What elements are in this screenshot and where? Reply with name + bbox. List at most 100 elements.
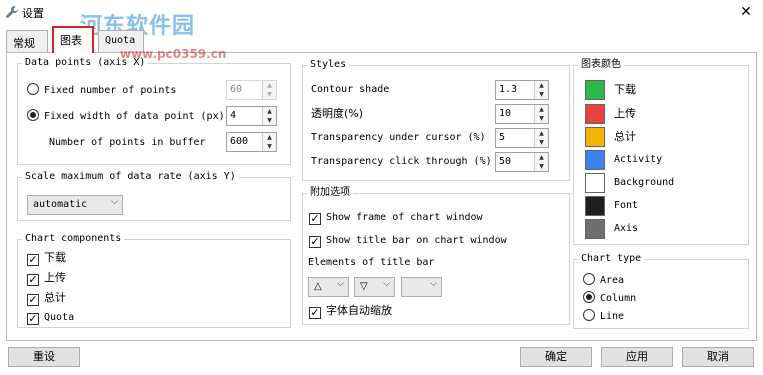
under-cursor-value: 5 — [499, 132, 506, 143]
color-label-download: 下载 — [614, 83, 636, 96]
component-download-checkbox[interactable]: ✓ 下载 — [27, 251, 66, 266]
spin-down-icon[interactable]: ▼ — [535, 114, 548, 123]
fixed-number-spinner[interactable]: 60 ▲ ▼ — [226, 80, 277, 100]
color-label-total: 总计 — [614, 130, 636, 143]
color-swatch-upload[interactable] — [585, 104, 605, 124]
wrench-icon — [6, 6, 19, 18]
contour-spinner[interactable]: 1.3 ▲ ▼ — [495, 80, 549, 100]
fixed-width-radio[interactable]: Fixed width of data point (px) — [27, 109, 225, 124]
chart-type-line-radio[interactable]: Line — [583, 309, 624, 324]
spin-up-icon[interactable]: ▲ — [535, 81, 548, 90]
check-icon: ✓ — [27, 253, 39, 266]
show-frame-checkbox[interactable]: ✓ Show frame of chart window — [309, 211, 483, 225]
color-label-axis: Axis — [614, 223, 639, 234]
title-element-select-1[interactable]: △ ⌵ — [308, 277, 349, 297]
spin-up-icon[interactable]: ▲ — [535, 129, 548, 138]
tab-general[interactable]: 常规 — [6, 30, 48, 52]
component-quota-checkbox[interactable]: ✓ Quota — [27, 311, 74, 325]
radio-indicator — [27, 83, 39, 95]
opacity-label: 透明度(%) — [311, 107, 364, 120]
auto-font-checkbox[interactable]: ✓ 字体自动缩放 — [309, 304, 392, 319]
scale-value: automatic — [33, 199, 88, 210]
spin-up-icon[interactable]: ▲ — [263, 81, 276, 90]
color-swatch-background[interactable] — [585, 173, 605, 193]
component-label: 上传 — [44, 271, 66, 284]
check-icon: ✓ — [309, 235, 321, 248]
color-swatch-activity[interactable] — [585, 150, 605, 170]
chart-type-column-radio[interactable]: Column — [583, 291, 636, 306]
check-icon: ✓ — [309, 306, 321, 319]
auto-font-label: 字体自动缩放 — [326, 304, 392, 317]
click-through-value: 50 — [499, 156, 512, 167]
fixed-number-value: 60 — [230, 84, 243, 95]
chevron-down-icon: ⌵ — [111, 197, 118, 207]
radio-indicator-selected — [583, 291, 595, 303]
title-element-value-1: △ — [314, 281, 322, 292]
chart-colors-legend: 图表颜色 — [581, 59, 621, 70]
spin-up-icon[interactable]: ▲ — [263, 133, 276, 142]
extra-options-legend: 附加选项 — [310, 187, 350, 198]
spin-down-icon[interactable]: ▼ — [263, 90, 276, 99]
scale-select[interactable]: automatic ⌵ — [27, 195, 123, 215]
show-title-checkbox[interactable]: ✓ Show title bar on chart window — [309, 234, 507, 248]
apply-button[interactable]: 应用 — [601, 347, 673, 367]
chevron-down-icon: ⌵ — [337, 279, 344, 289]
spin-down-icon[interactable]: ▼ — [263, 116, 276, 125]
tab-panel: Data points (axis X) Fixed number of poi… — [6, 52, 757, 341]
spin-down-icon[interactable]: ▼ — [535, 90, 548, 99]
spin-up-icon[interactable]: ▲ — [263, 107, 276, 116]
component-total-checkbox[interactable]: ✓ 总计 — [27, 291, 66, 306]
color-swatch-axis[interactable] — [585, 219, 605, 239]
click-through-spinner[interactable]: 50 ▲ ▼ — [495, 152, 549, 172]
color-label-activity: Activity — [614, 154, 663, 165]
show-frame-label: Show frame of chart window — [326, 212, 483, 223]
color-swatch-download[interactable] — [585, 80, 605, 100]
color-swatch-total[interactable] — [585, 127, 605, 147]
watermark-url: www.pc0359.cn — [120, 47, 227, 61]
chart-type-area-radio[interactable]: Area — [583, 273, 624, 288]
component-upload-checkbox[interactable]: ✓ 上传 — [27, 271, 66, 286]
check-icon: ✓ — [309, 212, 321, 225]
click-through-label: Transparency click through (%) — [311, 156, 492, 167]
color-swatch-font[interactable] — [585, 196, 605, 216]
close-button[interactable]: ✕ — [733, 2, 759, 22]
color-label-background: Background — [614, 177, 675, 188]
color-label-font: Font — [614, 200, 639, 211]
opacity-value: 10 — [499, 108, 512, 119]
cancel-button[interactable]: 取消 — [682, 347, 754, 367]
spin-down-icon[interactable]: ▼ — [263, 142, 276, 151]
component-label: Quota — [44, 312, 75, 323]
spin-up-icon[interactable]: ▲ — [535, 105, 548, 114]
opacity-spinner[interactable]: 10 ▲ ▼ — [495, 104, 549, 124]
fixed-width-spinner[interactable]: 4 ▲ ▼ — [226, 106, 277, 126]
spin-down-icon[interactable]: ▼ — [535, 138, 548, 147]
color-label-upload: 上传 — [614, 107, 636, 120]
chevron-down-icon: ⌵ — [430, 279, 437, 289]
styles-legend: Styles — [310, 59, 347, 70]
radio-indicator-selected — [27, 109, 39, 121]
reset-button[interactable]: 重设 — [8, 347, 80, 367]
chart-type-label: Area — [600, 275, 625, 286]
title-element-select-2[interactable]: ▽ ⌵ — [354, 277, 395, 297]
under-cursor-label: Transparency under cursor (%) — [311, 132, 486, 143]
chart-type-legend: Chart type — [581, 253, 642, 264]
buffer-value: 600 — [230, 136, 249, 147]
spin-down-icon[interactable]: ▼ — [535, 162, 548, 171]
component-label: 总计 — [44, 291, 66, 304]
chart-components-legend: Chart components — [25, 233, 122, 244]
spin-up-icon[interactable]: ▲ — [535, 153, 548, 162]
radio-indicator — [583, 273, 595, 285]
ok-button[interactable]: 确定 — [520, 347, 592, 367]
chart-type-label: Column — [600, 293, 637, 304]
check-icon: ✓ — [27, 293, 39, 306]
check-icon: ✓ — [27, 312, 39, 325]
check-icon: ✓ — [27, 273, 39, 286]
buffer-spinner[interactable]: 600 ▲ ▼ — [226, 132, 277, 152]
title-element-value-2: ▽ — [360, 281, 368, 292]
title-element-select-3[interactable]: ⌵ — [401, 277, 442, 297]
buffer-label: Number of points in buffer — [49, 137, 206, 148]
window-title: 设置 — [22, 7, 44, 20]
under-cursor-spinner[interactable]: 5 ▲ ▼ — [495, 128, 549, 148]
fixed-number-radio[interactable]: Fixed number of points — [27, 83, 176, 98]
tab-chart[interactable]: 图表 — [52, 26, 94, 53]
